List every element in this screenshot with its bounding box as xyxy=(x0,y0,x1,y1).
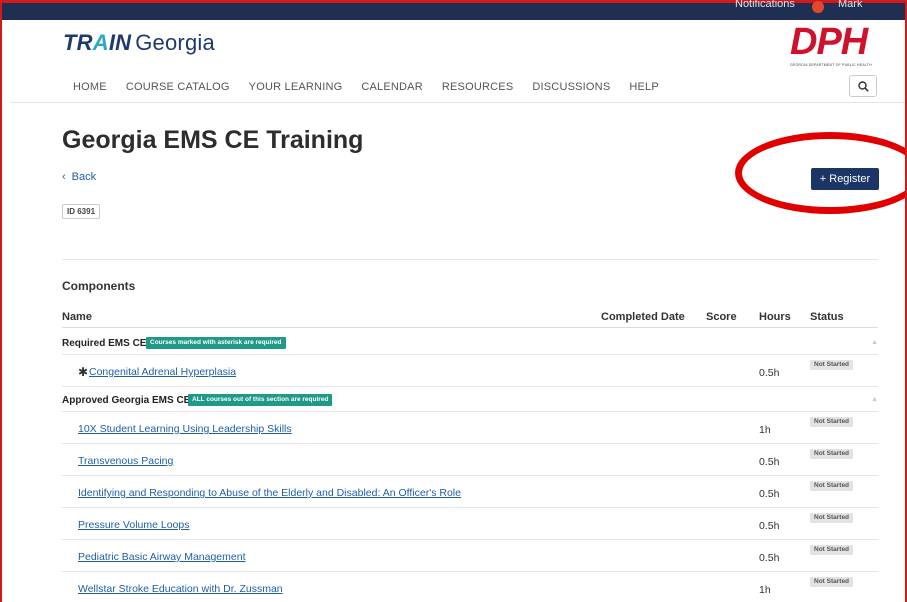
status-badge: Not Started xyxy=(810,481,854,491)
column-header-completed-date: Completed Date xyxy=(601,311,685,323)
course-hours: 0.5h xyxy=(759,488,780,500)
course-link[interactable]: Transvenous Pacing xyxy=(78,455,173,467)
course-hours: 0.5h xyxy=(759,552,780,564)
course-link[interactable]: Pediatric Basic Airway Management xyxy=(78,551,246,563)
table-row: Pressure Volume Loops 0.5h Not Started xyxy=(62,509,878,541)
course-link[interactable]: Congenital Adrenal Hyperplasia xyxy=(89,366,236,378)
course-link[interactable]: Pressure Volume Loops xyxy=(78,519,189,531)
nav-resources[interactable]: RESOURCES xyxy=(442,81,513,93)
row-divider xyxy=(62,386,878,387)
logo-train-part1: TR xyxy=(63,30,93,55)
course-hours: 0.5h xyxy=(759,367,780,379)
course-link[interactable]: Wellstar Stroke Education with Dr. Zussm… xyxy=(78,583,283,595)
table-row: Transvenous Pacing 0.5h Not Started xyxy=(62,445,878,477)
column-header-name: Name xyxy=(62,311,92,323)
nav-discussions[interactable]: DISCUSSIONS xyxy=(532,81,610,93)
column-header-hours: Hours xyxy=(759,311,791,323)
logo-train-part2: A xyxy=(92,30,109,55)
register-button[interactable]: + Register xyxy=(811,168,879,190)
main-nav: HOME COURSE CATALOG YOUR LEARNING CALEND… xyxy=(73,81,659,93)
table-row: Wellstar Stroke Education with Dr. Zussm… xyxy=(62,573,878,602)
status-badge: Not Started xyxy=(810,449,854,459)
back-label: Back xyxy=(71,171,97,183)
row-divider xyxy=(62,571,878,572)
notifications-link[interactable]: Notifications xyxy=(735,0,795,10)
table-row: 10X Student Learning Using Leadership Sk… xyxy=(62,413,878,445)
frame-left-border xyxy=(0,0,2,602)
search-button[interactable] xyxy=(849,75,877,97)
status-badge: Not Started xyxy=(810,577,854,587)
course-link[interactable]: Identifying and Responding to Abuse of t… xyxy=(78,487,461,499)
section-divider xyxy=(62,259,878,260)
nav-divider xyxy=(10,102,905,103)
section-note-badge: Courses marked with asterisk are require… xyxy=(146,337,286,349)
required-asterisk-icon: ✱ xyxy=(78,365,89,379)
course-id-badge: ID 6391 xyxy=(62,204,101,219)
row-divider xyxy=(62,354,878,355)
logo-train-part3: IN xyxy=(108,30,132,55)
section-header-required[interactable]: Required EMS CE Courses marked with aste… xyxy=(62,334,878,356)
notification-count-badge xyxy=(812,1,824,13)
status-badge: Not Started xyxy=(810,513,854,523)
status-badge: Not Started xyxy=(810,417,854,427)
status-badge: Not Started xyxy=(810,360,854,370)
top-utility-bar: Notifications Mark xyxy=(0,0,907,20)
chevron-left-icon: ‹ xyxy=(62,171,66,183)
page-title: Georgia EMS CE Training xyxy=(62,126,364,154)
table-row: ✱ Congenital Adrenal Hyperplasia 0.5h No… xyxy=(62,356,878,388)
nav-help[interactable]: HELP xyxy=(629,81,659,93)
section-title: Approved Georgia EMS CE xyxy=(62,395,191,406)
nav-home[interactable]: HOME xyxy=(73,81,107,93)
column-header-status: Status xyxy=(810,311,844,323)
course-link[interactable]: 10X Student Learning Using Leadership Sk… xyxy=(78,423,292,435)
logo-place: Georgia xyxy=(135,30,215,55)
status-badge: Not Started xyxy=(810,545,854,555)
section-note-badge: ALL courses out of this section are requ… xyxy=(188,394,333,406)
search-icon xyxy=(858,81,869,92)
components-heading: Components xyxy=(62,279,136,293)
table-header-divider xyxy=(62,327,878,328)
section-header-approved[interactable]: Approved Georgia EMS CE ALL courses out … xyxy=(62,391,878,413)
dph-logo-letters: DPH xyxy=(790,21,868,63)
row-divider xyxy=(62,507,878,508)
train-georgia-logo[interactable]: TRAIN Georgia xyxy=(63,30,215,56)
row-divider xyxy=(62,539,878,540)
section-title: Required EMS CE xyxy=(62,338,147,349)
row-divider xyxy=(62,411,878,412)
dph-logo: DPH GEORGIA DEPARTMENT OF PUBLIC HEALTH xyxy=(790,22,880,72)
nav-your-learning[interactable]: YOUR LEARNING xyxy=(249,81,343,93)
table-row: Identifying and Responding to Abuse of t… xyxy=(62,477,878,509)
nav-calendar[interactable]: CALENDAR xyxy=(361,81,423,93)
course-hours: 0.5h xyxy=(759,456,780,468)
dph-logo-subtitle: GEORGIA DEPARTMENT OF PUBLIC HEALTH xyxy=(790,63,872,67)
row-divider xyxy=(62,443,878,444)
course-hours: 1h xyxy=(759,584,771,596)
nav-course-catalog[interactable]: COURSE CATALOG xyxy=(126,81,230,93)
user-menu[interactable]: Mark xyxy=(838,0,862,10)
row-divider xyxy=(62,475,878,476)
collapse-caret-icon[interactable]: ▲ xyxy=(871,396,878,403)
course-hours: 0.5h xyxy=(759,520,780,532)
table-row: Pediatric Basic Airway Management 0.5h N… xyxy=(62,541,878,573)
collapse-caret-icon[interactable]: ▲ xyxy=(871,339,878,346)
back-link[interactable]: ‹ Back xyxy=(62,171,96,183)
column-header-score: Score xyxy=(706,311,737,323)
course-hours: 1h xyxy=(759,424,771,436)
